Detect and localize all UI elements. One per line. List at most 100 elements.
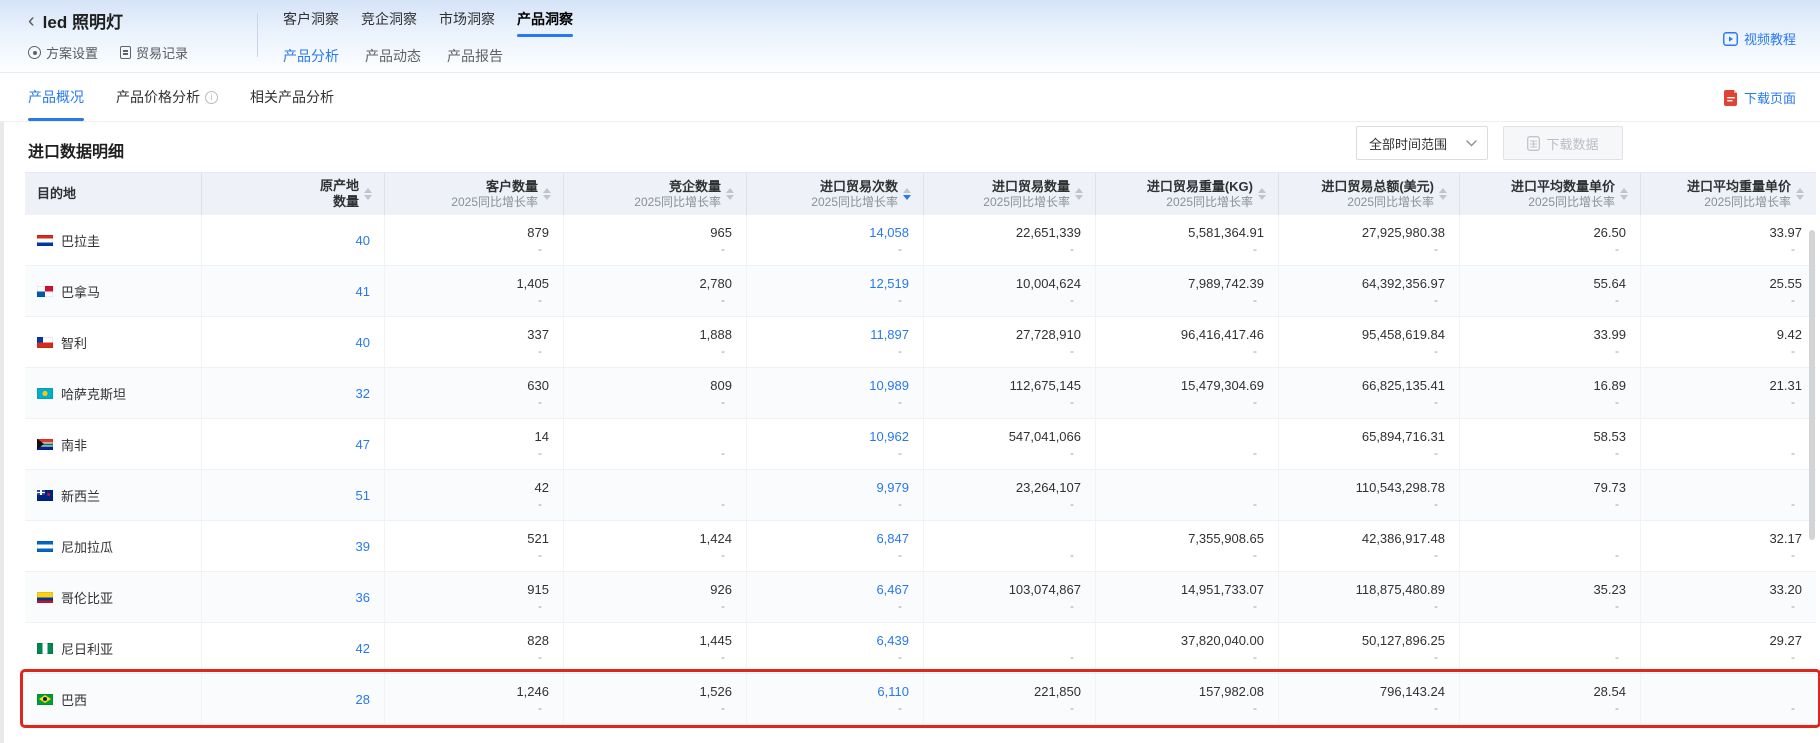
main-tab-competitor-insight[interactable]: 竞企洞察 [361, 9, 417, 37]
column-header-origin-count[interactable]: 原产地数量 [202, 173, 385, 215]
trade-times-link[interactable]: 14,058 [869, 224, 909, 241]
cell-value: 1,405 [516, 275, 549, 292]
cell-competitor-count: 965- [564, 215, 747, 265]
origin-count-link[interactable]: 40 [356, 334, 370, 351]
growth-rate-value: - [721, 649, 732, 665]
growth-rate-value: - [1791, 496, 1802, 512]
vertical-scrollbar-thumb[interactable] [1809, 230, 1815, 540]
column-header-import-trade-quantity[interactable]: 进口贸易数量2025同比增长率 [924, 173, 1096, 215]
sort-icons[interactable] [1796, 188, 1804, 200]
origin-count-link[interactable]: 42 [356, 640, 370, 657]
main-tab-product-insight[interactable]: 产品洞察 [517, 9, 573, 37]
column-header-import-trade-amount[interactable]: 进口贸易总额(美元)2025同比增长率 [1279, 173, 1460, 215]
sub-tab-product-analysis[interactable]: 产品分析 [283, 46, 339, 76]
origin-count-link[interactable]: 51 [356, 487, 370, 504]
column-header-import-avg-weight-price[interactable]: 进口平均重量单价2025同比增长率 [1641, 173, 1816, 215]
column-header-competitor-count[interactable]: 竞企数量2025同比增长率 [564, 173, 747, 215]
info-icon[interactable]: i [205, 91, 218, 104]
sort-desc-icon[interactable] [726, 195, 734, 200]
trade-times-link[interactable]: 6,847 [876, 530, 909, 547]
origin-count-link[interactable]: 47 [356, 436, 370, 453]
sort-asc-icon[interactable] [543, 188, 551, 193]
cell-import-trade-quantity: - [924, 623, 1096, 673]
sort-asc-icon[interactable] [903, 188, 911, 193]
download-page-link[interactable]: 下载页面 [1724, 88, 1796, 107]
cell-import-trade-weight: 7,355,908.65- [1096, 521, 1279, 571]
sort-icons[interactable] [903, 188, 911, 200]
trade-times-link[interactable]: 6,110 [877, 683, 909, 700]
growth-rate-value: - [1434, 598, 1445, 614]
trade-times-link[interactable]: 9,979 [876, 479, 909, 496]
sort-desc-icon[interactable] [364, 195, 372, 200]
sort-desc-icon[interactable] [903, 195, 911, 200]
growth-rate-value: - [721, 394, 732, 410]
growth-rate-value: - [538, 649, 549, 665]
origin-count-link[interactable]: 36 [356, 589, 370, 606]
sort-desc-icon[interactable] [1796, 195, 1804, 200]
cell-customer-count: 828- [385, 623, 564, 673]
cell-import-trade-amount: 50,127,896.25- [1279, 623, 1460, 673]
sort-asc-icon[interactable] [364, 188, 372, 193]
sort-icons[interactable] [364, 188, 372, 200]
cell-value: 64,392,356.97 [1362, 275, 1445, 292]
sort-asc-icon[interactable] [1075, 188, 1083, 193]
cell-value: 7,355,908.65 [1188, 530, 1264, 547]
cell-import-trade-quantity: 103,074,867- [924, 572, 1096, 622]
sub-tab-product-trends[interactable]: 产品动态 [365, 46, 421, 76]
sort-desc-icon[interactable] [1620, 195, 1628, 200]
sort-desc-icon[interactable] [1075, 195, 1083, 200]
sort-icons[interactable] [726, 188, 734, 200]
nav-tab-related-product-analysis[interactable]: 相关产品分析 [250, 73, 334, 121]
table-row-south-africa: 南非4714--10,962-547,041,066--65,894,716.3… [25, 419, 1816, 470]
sub-tab-product-report[interactable]: 产品报告 [447, 46, 503, 76]
trade-times-link[interactable]: 6,467 [876, 581, 909, 598]
column-header-import-avg-quantity-price[interactable]: 进口平均数量单价2025同比增长率 [1460, 173, 1641, 215]
column-title-customer-count: 客户数量2025同比增长率 [451, 179, 538, 210]
sort-icons[interactable] [1439, 188, 1447, 200]
origin-count-link[interactable]: 28 [356, 691, 370, 708]
main-tab-market-insight[interactable]: 市场洞察 [439, 9, 495, 37]
sort-desc-icon[interactable] [1258, 195, 1266, 200]
cell-import-trade-weight: 157,982.08- [1096, 674, 1279, 724]
link-trade-records[interactable]: 贸易记录 [120, 43, 188, 62]
origin-count-link[interactable]: 32 [356, 385, 370, 402]
sort-desc-icon[interactable] [543, 195, 551, 200]
growth-rate-value: - [1434, 496, 1445, 512]
cell-value: 2,780 [699, 275, 732, 292]
sort-asc-icon[interactable] [1258, 188, 1266, 193]
sort-asc-icon[interactable] [726, 188, 734, 193]
column-header-import-trade-weight[interactable]: 进口贸易重量(KG)2025同比增长率 [1096, 173, 1279, 215]
nav-tab-product-overview[interactable]: 产品概况 [28, 73, 84, 121]
trade-times-link[interactable]: 11,897 [870, 326, 909, 343]
link-plan-settings[interactable]: 方案设置 [28, 43, 98, 62]
growth-rate-value: - [1615, 241, 1626, 257]
time-range-select[interactable]: 全部时间范围 [1356, 126, 1488, 160]
sort-icons[interactable] [1620, 188, 1628, 200]
sort-asc-icon[interactable] [1620, 188, 1628, 193]
sort-icons[interactable] [1075, 188, 1083, 200]
column-header-customer-count[interactable]: 客户数量2025同比增长率 [385, 173, 564, 215]
back-chevron-icon[interactable]: ‹ [28, 10, 35, 32]
download-data-button[interactable]: 下载数据 [1503, 126, 1623, 160]
sort-icons[interactable] [543, 188, 551, 200]
cell-import-trade-times: 6,847- [747, 521, 924, 571]
column-header-import-trade-times[interactable]: 进口贸易次数2025同比增长率 [747, 173, 924, 215]
sort-asc-icon[interactable] [1439, 188, 1447, 193]
sort-icons[interactable] [1258, 188, 1266, 200]
video-tutorial-link[interactable]: 视频教程 [1723, 29, 1796, 48]
trade-times-link[interactable]: 10,962 [869, 428, 909, 445]
origin-count-link[interactable]: 39 [356, 538, 370, 555]
trade-times-link[interactable]: 10,989 [869, 377, 909, 394]
trade-times-link[interactable]: 12,519 [869, 275, 909, 292]
sort-asc-icon[interactable] [1796, 188, 1804, 193]
sort-desc-icon[interactable] [1439, 195, 1447, 200]
nav-tab-product-price-analysis[interactable]: 产品价格分析i [116, 73, 218, 121]
cell-import-trade-times: 11,897- [747, 317, 924, 367]
cell-value: 21.31 [1769, 377, 1802, 394]
main-tab-customer-insight[interactable]: 客户洞察 [283, 9, 339, 37]
origin-count-link[interactable]: 40 [356, 232, 370, 249]
trade-times-link[interactable]: 6,439 [876, 632, 909, 649]
growth-rate-value: - [1615, 292, 1626, 308]
table-row-nigeria: 尼日利亚42828-1,445-6,439--37,820,040.00-50,… [25, 623, 1816, 674]
origin-count-link[interactable]: 41 [356, 283, 370, 300]
